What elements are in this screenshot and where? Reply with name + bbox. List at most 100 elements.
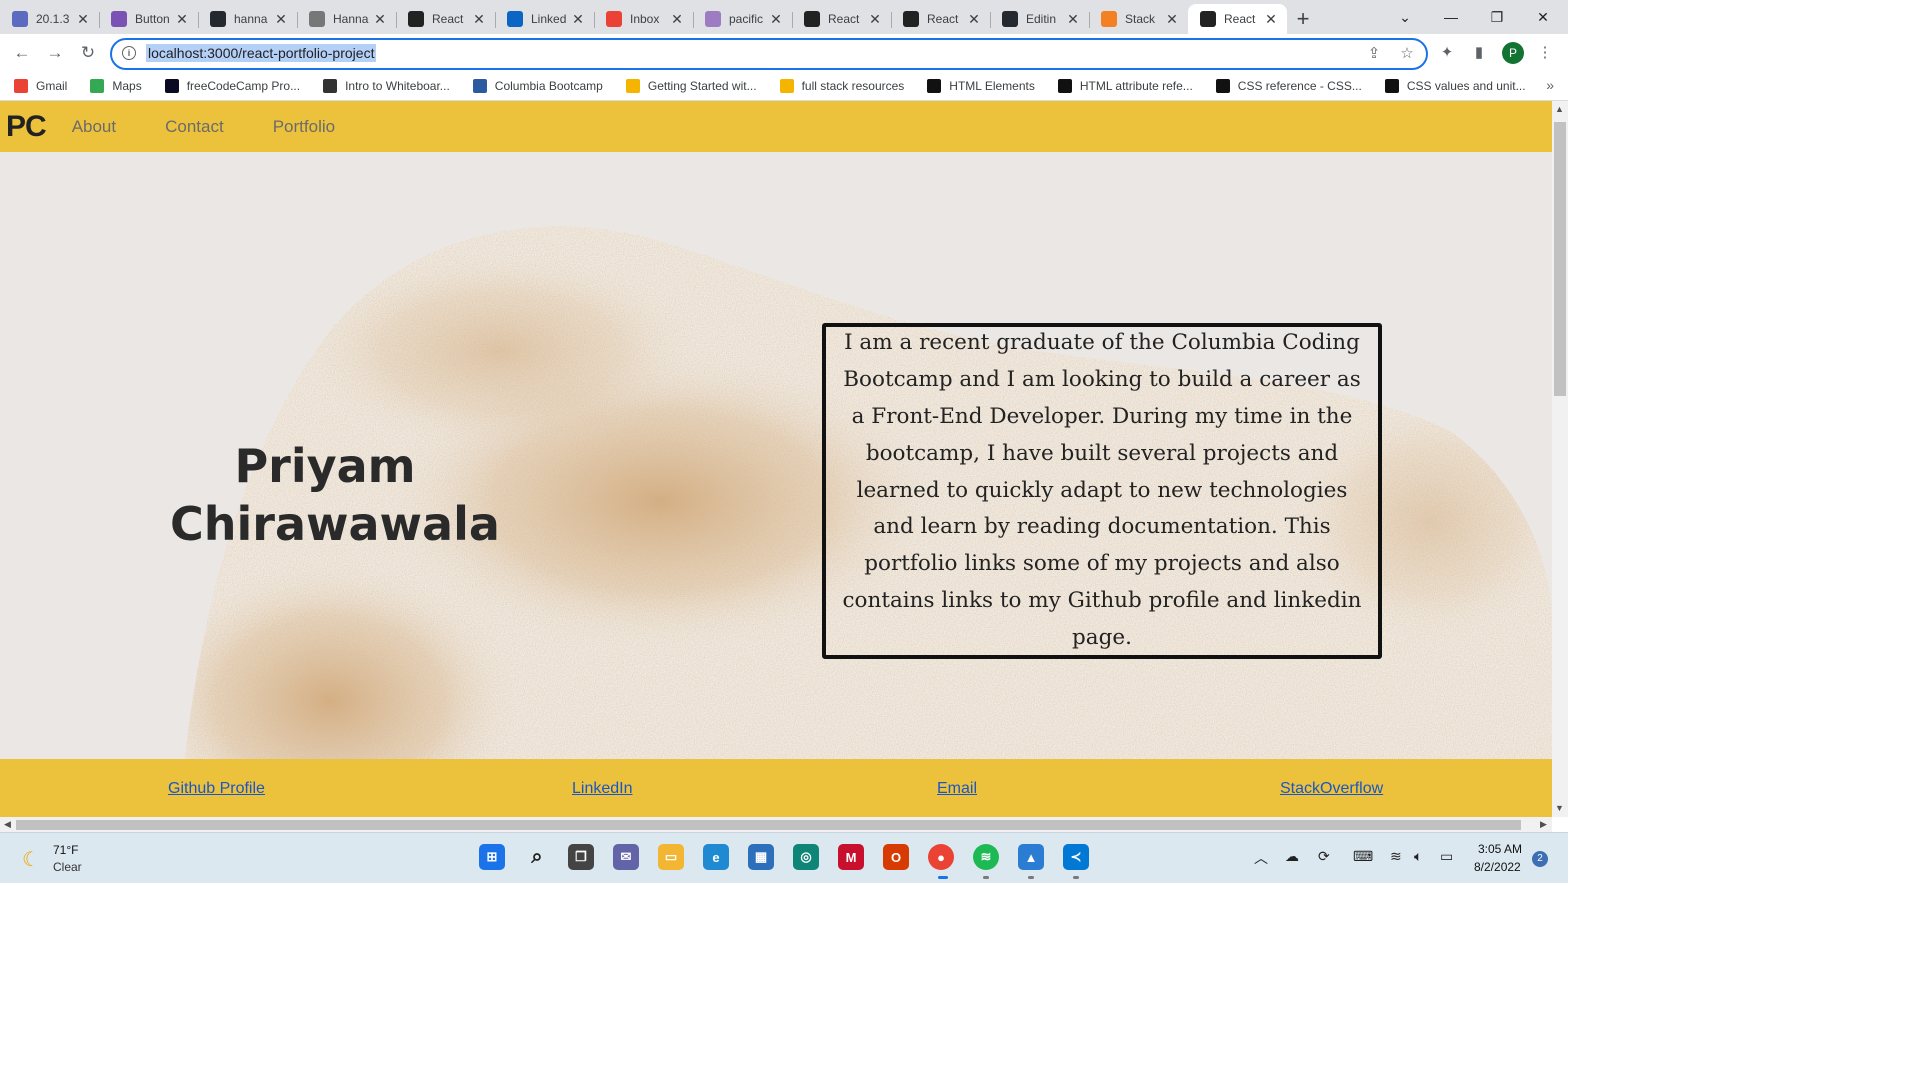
more-bookmarks-icon[interactable]: » <box>1546 77 1554 93</box>
extensions-icon[interactable]: ✦ <box>1435 41 1459 65</box>
footer-link-email[interactable]: Email <box>937 780 977 798</box>
spotify-icon[interactable]: ≋ <box>973 844 999 870</box>
tray-overflow-icon[interactable]: ︿ <box>1254 848 1268 868</box>
close-tab-icon[interactable]: ✕ <box>372 11 388 28</box>
browser-tab[interactable]: Linked ✕ <box>495 4 594 34</box>
close-tab-icon[interactable]: ✕ <box>1164 11 1180 28</box>
browser-tab[interactable]: 20.1.3 ✕ <box>0 4 99 34</box>
url-text[interactable]: localhost:3000/react-portfolio-project <box>146 44 377 62</box>
weather-description[interactable]: Clear <box>53 860 82 874</box>
photos-icon[interactable]: ▲ <box>1018 844 1044 870</box>
close-tab-icon[interactable]: ✕ <box>966 11 982 28</box>
browser-tab[interactable]: pacific ✕ <box>693 4 792 34</box>
close-tab-icon[interactable]: ✕ <box>867 11 883 28</box>
weather-temperature[interactable]: 71°F <box>53 843 78 857</box>
close-tab-icon[interactable]: ✕ <box>1065 11 1081 28</box>
side-panel-icon[interactable]: ▮ <box>1467 41 1491 65</box>
browser-tab[interactable]: React ✕ <box>792 4 891 34</box>
close-tab-icon[interactable]: ✕ <box>273 11 289 28</box>
close-tab-icon[interactable]: ✕ <box>768 11 784 28</box>
tab-search-icon[interactable]: ⌄ <box>1382 0 1428 34</box>
bookmark-label: Getting Started wit... <box>647 79 757 93</box>
nav-link-contact[interactable]: Contact <box>165 117 224 137</box>
search-icon[interactable]: ⌕ <box>524 844 550 870</box>
bookmark-label: CSS values and unit... <box>1406 79 1526 93</box>
app-icon[interactable]: ◎ <box>793 844 819 870</box>
moon-weather-icon[interactable]: ☾ <box>22 847 40 872</box>
nav-link-about[interactable]: About <box>72 117 116 137</box>
browser-tab[interactable]: hanna ✕ <box>198 4 297 34</box>
browser-tab[interactable]: Inbox ✕ <box>594 4 693 34</box>
bookmark-item[interactable]: Gmail <box>0 79 76 93</box>
sync-icon[interactable]: ⟳ <box>1318 848 1330 865</box>
address-bar[interactable]: i localhost:3000/react-portfolio-project… <box>110 38 1428 70</box>
nav-link-portfolio[interactable]: Portfolio <box>273 117 335 137</box>
profile-avatar[interactable]: P <box>1502 42 1524 64</box>
bookmark-item[interactable]: Maps <box>76 79 150 93</box>
scroll-up-icon[interactable]: ▲ <box>1555 104 1564 114</box>
new-tab-button[interactable]: + <box>1287 4 1319 34</box>
close-tab-icon[interactable]: ✕ <box>570 11 586 28</box>
browser-tab[interactable]: Editin ✕ <box>990 4 1089 34</box>
reload-icon[interactable]: ↻ <box>73 38 103 68</box>
close-tab-icon[interactable]: ✕ <box>669 11 685 28</box>
browser-tab[interactable]: Stack ✕ <box>1089 4 1188 34</box>
bookmark-item[interactable]: freeCodeCamp Pro... <box>151 79 309 93</box>
bookmark-item[interactable]: full stack resources <box>766 79 914 93</box>
close-window-icon[interactable]: ✕ <box>1520 0 1566 34</box>
restore-icon[interactable]: ❐ <box>1474 0 1520 34</box>
page-viewport: PC About Contact Portfolio Priyam Chiraw… <box>0 101 1552 817</box>
clock-time[interactable]: 3:05 AM <box>1478 842 1522 856</box>
bookmark-item[interactable]: HTML Elements <box>913 79 1044 93</box>
browser-tab[interactable]: Hanna ✕ <box>297 4 396 34</box>
edge-browser-icon[interactable]: e <box>703 844 729 870</box>
minimize-icon[interactable]: — <box>1428 0 1474 34</box>
bookmark-item[interactable]: CSS values and unit... <box>1371 79 1535 93</box>
horizontal-scroll-thumb[interactable] <box>16 820 1521 830</box>
clock-date[interactable]: 8/2/2022 <box>1474 860 1521 874</box>
volume-icon[interactable]: 🔈︎ <box>1414 848 1422 865</box>
scroll-left-icon[interactable]: ◀ <box>4 819 11 830</box>
bookmark-item[interactable]: HTML attribute refe... <box>1044 79 1202 93</box>
file-explorer-icon[interactable]: ▭ <box>658 844 684 870</box>
task-view-icon[interactable]: ❐ <box>568 844 594 870</box>
close-tab-icon[interactable]: ✕ <box>174 11 190 28</box>
close-tab-icon[interactable]: ✕ <box>471 11 487 28</box>
share-icon[interactable]: ⇪ <box>1364 44 1384 64</box>
bookmark-item[interactable]: Getting Started wit... <box>612 79 766 93</box>
vertical-scroll-thumb[interactable] <box>1554 122 1566 396</box>
close-tab-icon[interactable]: ✕ <box>75 11 91 28</box>
bookmark-star-icon[interactable]: ☆ <box>1397 44 1417 64</box>
menu-icon[interactable]: ⋮ <box>1533 41 1557 65</box>
mdn-icon <box>927 79 942 93</box>
notification-badge[interactable]: 2 <box>1532 851 1548 867</box>
teams-chat-icon[interactable]: ✉ <box>613 844 639 870</box>
bookmark-item[interactable]: Columbia Bootcamp <box>459 79 612 93</box>
forward-icon[interactable]: → <box>40 38 70 68</box>
browser-tab[interactable]: React ✕ <box>396 4 495 34</box>
back-icon[interactable]: ← <box>7 38 37 68</box>
bookmark-item[interactable]: CSS reference - CSS... <box>1202 79 1371 93</box>
footer-link-stackoverflow[interactable]: StackOverflow <box>1280 780 1383 798</box>
office-icon[interactable]: O <box>883 844 909 870</box>
site-brand-logo[interactable]: PC <box>6 110 47 144</box>
close-tab-icon[interactable]: ✕ <box>1263 11 1279 28</box>
browser-tab[interactable]: React ✕ <box>1188 4 1287 34</box>
microsoft-store-icon[interactable]: ▦ <box>748 844 774 870</box>
footer-link-github[interactable]: Github Profile <box>168 780 265 798</box>
scroll-down-icon[interactable]: ▼ <box>1555 803 1564 813</box>
browser-tab[interactable]: React ✕ <box>891 4 990 34</box>
windows-start-icon[interactable]: ⊞ <box>479 844 505 870</box>
footer-link-linkedin[interactable]: LinkedIn <box>572 780 633 798</box>
browser-tab[interactable]: Button ✕ <box>99 4 198 34</box>
site-info-icon[interactable]: i <box>122 46 136 60</box>
bookmark-item[interactable]: Intro to Whiteboar... <box>309 79 459 93</box>
onedrive-icon[interactable]: ☁ <box>1285 848 1299 865</box>
chrome-icon[interactable]: ● <box>928 844 954 870</box>
scroll-right-icon[interactable]: ▶ <box>1540 819 1547 830</box>
battery-icon[interactable]: ▭ <box>1440 848 1453 865</box>
mcafee-icon[interactable]: M <box>838 844 864 870</box>
wifi-icon[interactable]: ≋ <box>1390 848 1402 865</box>
vscode-icon[interactable]: ≺ <box>1063 844 1089 870</box>
keyboard-icon[interactable]: ⌨ <box>1353 848 1373 865</box>
